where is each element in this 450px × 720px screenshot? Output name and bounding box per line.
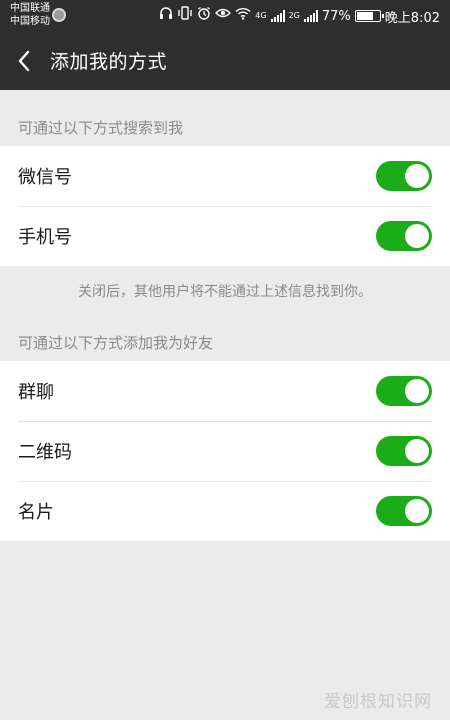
toggle-knob — [405, 439, 429, 463]
carrier-2: 中国移动 — [10, 16, 50, 27]
setting-row-group-chat: 群聊 — [0, 361, 450, 421]
network-type-1: 4G — [255, 11, 267, 20]
carrier-info: 中国联通 中国移动 — [10, 2, 50, 28]
wechat-id-toggle[interactable] — [376, 161, 432, 191]
add-friend-settings-group: 群聊 二维码 名片 — [0, 361, 450, 541]
carrier-1: 中国联通 — [10, 3, 50, 14]
carrier-logo-icon — [52, 8, 66, 22]
signal-icon — [270, 10, 285, 22]
eye-icon — [215, 7, 232, 25]
setting-label: 群聊 — [18, 382, 54, 403]
battery-icon — [354, 10, 384, 22]
section-header-search: 可通过以下方式搜索到我 — [18, 118, 184, 137]
status-time: 晚上8:02 — [384, 10, 440, 26]
setting-row-business-card: 名片 — [0, 481, 450, 541]
vibrate-icon — [177, 6, 193, 26]
page-title: 添加我的方式 — [50, 51, 168, 73]
setting-label: 名片 — [18, 502, 54, 523]
alarm-icon — [197, 6, 211, 26]
status-indicators: 4G 2G 77% 晚上8:02 — [159, 6, 440, 26]
network-type-2: 2G — [288, 11, 300, 20]
back-button[interactable] — [0, 31, 48, 90]
wifi-icon — [235, 7, 251, 26]
toggle-knob — [405, 499, 429, 523]
group-chat-toggle[interactable] — [376, 376, 432, 406]
chevron-left-icon — [18, 50, 30, 71]
search-settings-group: 微信号 手机号 — [0, 146, 450, 266]
setting-row-qr-code: 二维码 — [0, 421, 450, 481]
search-note: 关闭后，其他用户将不能通过上述信息找到你。 — [78, 284, 372, 300]
section-header-add-friend: 可通过以下方式添加我为好友 — [18, 334, 214, 352]
title-bar: 添加我的方式 — [0, 31, 450, 90]
watermark: 爱刨根知识网 — [324, 692, 432, 712]
business-card-toggle[interactable] — [376, 496, 432, 526]
headphones-icon — [159, 6, 173, 26]
setting-label: 微信号 — [18, 167, 72, 188]
setting-label: 手机号 — [18, 227, 72, 248]
battery-percent: 77% — [321, 8, 351, 24]
toggle-knob — [405, 224, 429, 248]
qr-code-toggle[interactable] — [376, 436, 432, 466]
toggle-knob — [405, 164, 429, 188]
setting-row-wechat-id: 微信号 — [0, 146, 450, 206]
battery-level — [356, 12, 374, 20]
signal-icon-2 — [303, 10, 318, 22]
toggle-knob — [405, 379, 429, 403]
setting-row-phone: 手机号 — [0, 206, 450, 266]
phone-toggle[interactable] — [376, 221, 432, 251]
status-bar: 中国联通 中国移动 4G 2G 77% 晚上8:02 — [0, 0, 450, 31]
setting-label: 二维码 — [18, 442, 72, 463]
